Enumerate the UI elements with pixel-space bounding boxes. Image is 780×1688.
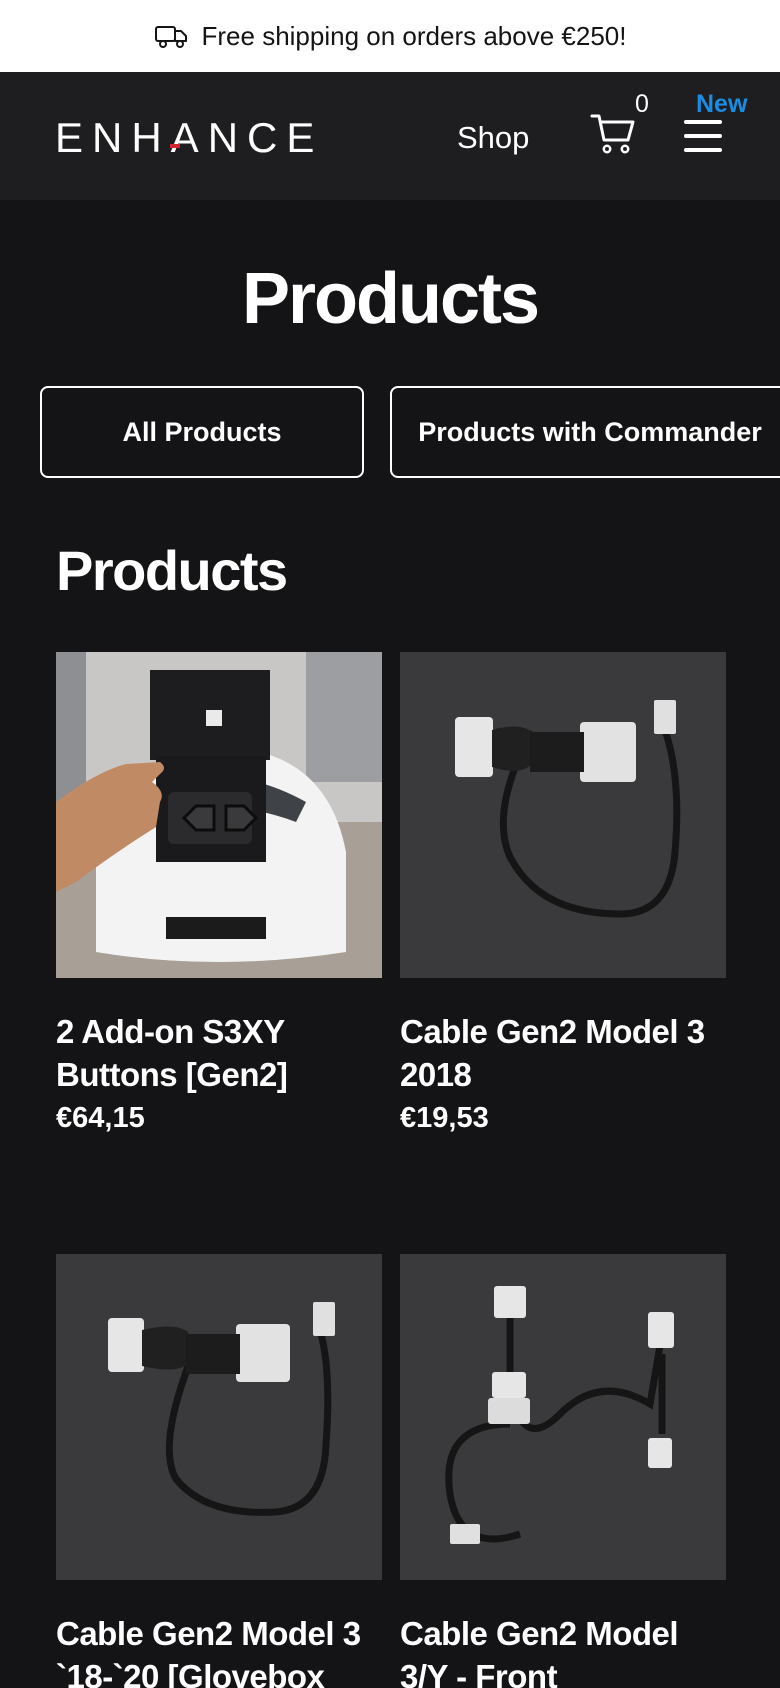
- product-name[interactable]: Cable Gen2 Model 3/Y - Front: [400, 1612, 726, 1688]
- filter-products-with-commander[interactable]: Products with Commander: [390, 386, 780, 478]
- page-title: Products: [241, 259, 540, 339]
- new-badge: New: [696, 90, 748, 118]
- logo-accent: [170, 144, 180, 148]
- product-image[interactable]: [400, 1254, 726, 1580]
- cart-count: 0: [635, 90, 649, 118]
- nav-shop-link[interactable]: Shop: [457, 120, 529, 156]
- product-image[interactable]: [400, 652, 726, 978]
- product-name[interactable]: 2 Add-on S3XY Buttons [Gen2]: [56, 1010, 382, 1096]
- product-price: €19,53: [400, 1102, 489, 1134]
- filter-all-products[interactable]: All Products: [40, 386, 364, 478]
- product-card[interactable]: Cable Gen2 Model 3/Y - Front: [400, 1254, 726, 1688]
- cart-icon[interactable]: [590, 112, 636, 156]
- product-price: €64,15: [56, 1102, 145, 1134]
- logo[interactable]: ENHANCE: [55, 114, 323, 162]
- announcement-text: Free shipping on orders above €250!: [201, 20, 627, 51]
- site-header: ENHANCE Shop 0 New: [0, 72, 780, 200]
- truck-icon: [154, 26, 187, 48]
- menu-icon[interactable]: [684, 120, 722, 152]
- announcement-bar: Free shipping on orders above €250!: [0, 0, 780, 72]
- product-card[interactable]: Cable Gen2 Model 3 2018 €19,53: [400, 652, 726, 1135]
- product-name[interactable]: Cable Gen2 Model 3 `18-`20 [Glovebox: [56, 1612, 382, 1688]
- section-title: Products: [56, 539, 288, 602]
- product-card[interactable]: Cable Gen2 Model 3 `18-`20 [Glovebox: [56, 1254, 382, 1688]
- product-card[interactable]: 2 Add-on S3XY Buttons [Gen2] €64,15: [56, 652, 382, 1135]
- product-image[interactable]: [56, 1254, 382, 1580]
- product-image[interactable]: [56, 652, 382, 978]
- product-name[interactable]: Cable Gen2 Model 3 2018: [400, 1010, 726, 1096]
